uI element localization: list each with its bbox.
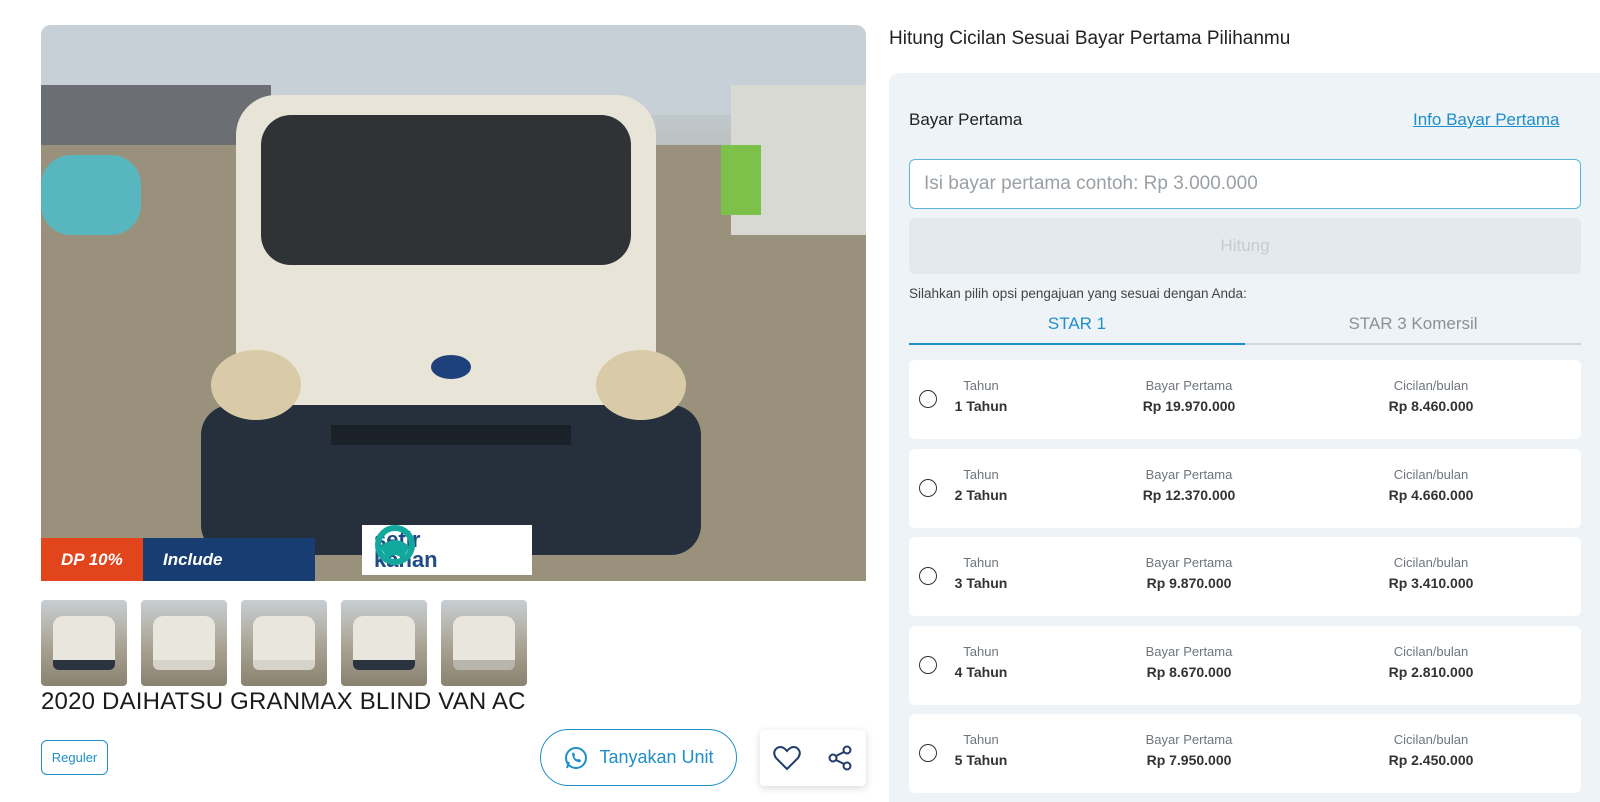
van-photo-illustration [41,25,866,581]
plan-option-4[interactable]: Tahun 4 Tahun Bayar Pertama Rp 8.670.000 C… [909,625,1581,705]
plan-tabs: STAR 1 STAR 3 Komersil [909,313,1581,345]
plan-option-2[interactable]: Tahun 2 Tahun Bayar Pertama Rp 12.370.000 … [909,448,1581,528]
plan-option-5[interactable]: Tahun 5 Tahun Bayar Pertama Rp 7.950.000 C… [909,714,1581,793]
plan-radio[interactable] [919,744,937,762]
thumbnail-2[interactable] [141,600,227,686]
installment-label: Cicilan/bulan [1393,643,1469,659]
down-payment-value: Rp 8.670.000 [1146,663,1232,680]
thumbnail-1[interactable] [41,600,127,686]
down-payment-col-label: Bayar Pertama [1145,643,1233,659]
thumbnail-3[interactable] [241,600,327,686]
insurance-badge: Include Insurance [143,538,315,581]
share-icon[interactable] [827,745,853,771]
calculate-button[interactable]: Hitung [909,218,1581,274]
steering-wheel-icon [375,525,415,565]
down-payment-col-label: Bayar Pertama [1145,732,1233,747]
down-payment-info-link[interactable]: Info Bayar Pertama [1413,110,1559,130]
installment-value: Rp 3.410.000 [1388,575,1474,591]
plan-list: Tahun 1 Tahun Bayar Pertama Rp 19.970.000 … [909,360,1581,802]
main-vehicle-photo[interactable]: DP 10% Include Insurance setir kanan [41,25,866,581]
ask-unit-button[interactable]: Tanyakan Unit [540,729,737,786]
down-payment-col-label: Bayar Pertama [1145,466,1233,482]
plan-radio[interactable] [919,478,937,497]
down-payment-value: Rp 19.970.000 [1142,398,1236,414]
down-payment-label: Bayar Pertama [909,110,1023,129]
tenor-label: Tahun [963,466,999,482]
down-payment-value: Rp 9.870.000 [1146,575,1232,591]
tenor-label: Tahun [963,732,999,747]
plan-option-1[interactable]: Tahun 1 Tahun Bayar Pertama Rp 19.970.000 … [909,360,1581,439]
tenor-value: 2 Tahun [954,486,1008,503]
plan-radio[interactable] [919,567,937,585]
tenor-value: 5 Tahun [954,752,1008,768]
calculator-heading: Hitung Cicilan Sesuai Bayar Pertama Pili… [889,28,1291,49]
tab-star-1[interactable]: STAR 1 [909,313,1245,345]
tenor-value: 3 Tahun [954,575,1008,591]
ask-unit-label: Tanyakan Unit [599,747,714,767]
tenor-label: Tahun [963,643,999,659]
plan-radio[interactable] [919,390,937,408]
tenor-value: 1 Tahun [954,398,1008,414]
down-payment-value: Rp 7.950.000 [1146,752,1232,768]
whatsapp-icon [565,746,588,769]
heart-icon[interactable] [773,745,801,771]
vehicle-title: 2020 DAIHATSU GRANMAX BLIND VAN AC [41,688,526,715]
installment-value: Rp 4.660.000 [1388,486,1474,503]
category-tag: Reguler [41,740,108,775]
tab-star-3-komersil[interactable]: STAR 3 Komersil [1245,313,1581,343]
tenor-label: Tahun [963,555,999,570]
installment-value: Rp 8.460.000 [1388,398,1474,414]
down-payment-input[interactable] [909,159,1581,209]
favorite-share-box [760,730,866,786]
tenor-label: Tahun [963,378,999,393]
plan-radio[interactable] [919,655,937,674]
down-payment-value: Rp 12.370.000 [1142,486,1236,503]
down-payment-col-label: Bayar Pertama [1145,555,1233,570]
installment-label: Cicilan/bulan [1393,555,1469,570]
thumbnail-strip [41,600,527,686]
thumbnail-5[interactable] [441,600,527,686]
calculator-panel: Bayar Pertama Info Bayar Pertama Hitung … [889,73,1600,802]
setir-kanan-logo: setir kanan [362,525,532,575]
tenor-value: 4 Tahun [954,663,1008,680]
promo-badges: DP 10% Include Insurance [41,538,315,581]
plan-option-3[interactable]: Tahun 3 Tahun Bayar Pertama Rp 9.870.000 C… [909,537,1581,616]
installment-value: Rp 2.450.000 [1388,752,1474,768]
down-payment-col-label: Bayar Pertama [1145,378,1233,393]
installment-label: Cicilan/bulan [1393,732,1469,747]
thumbnail-4[interactable] [341,600,427,686]
installment-value: Rp 2.810.000 [1388,663,1474,680]
options-hint: Silahkan pilih opsi pengajuan yang sesua… [909,286,1247,301]
installment-label: Cicilan/bulan [1393,466,1469,482]
installment-label: Cicilan/bulan [1393,378,1469,393]
dp-badge: DP 10% [41,538,143,581]
